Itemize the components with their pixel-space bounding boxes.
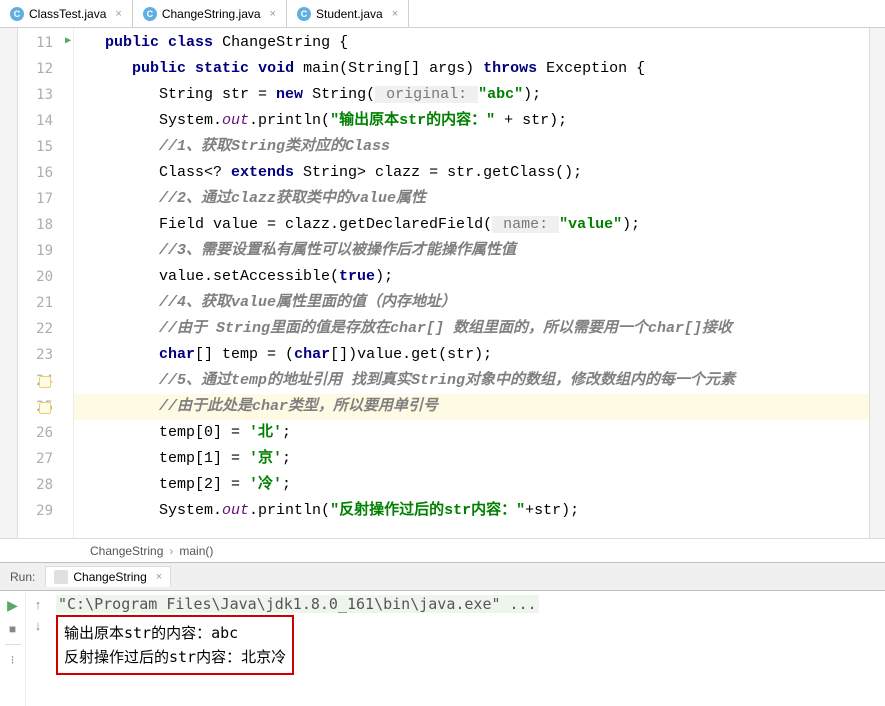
code-line[interactable]: //4、获取value属性里面的值（内存地址） [74,290,869,316]
close-icon[interactable]: × [111,8,121,20]
vertical-scrollbar[interactable] [869,28,885,538]
rerun-icon[interactable]: ▶ [7,597,18,614]
chevron-right-icon: › [169,544,173,558]
java-class-icon: C [10,7,24,21]
editor-tabs: C ClassTest.java × C ChangeString.java ×… [0,0,885,28]
java-class-icon: C [143,7,157,21]
console-output[interactable]: "C:\Program Files\Java\jdk1.8.0_161\bin\… [50,591,885,706]
console-nav: ↑ ↓ [26,591,50,706]
code-line[interactable]: System.out.println("输出原本str的内容：" + str); [74,108,869,134]
breadcrumb-bar: ChangeString › main() [0,538,885,562]
code-line[interactable]: //由于此处是char类型，所以要用单引号 [74,394,869,420]
tab-changestring[interactable]: C ChangeString.java × [133,0,287,27]
breadcrumb-class[interactable]: ChangeString [90,544,163,558]
tab-classtest[interactable]: C ClassTest.java × [0,0,133,27]
output-highlight-box: 输出原本str的内容：abc 反射操作过后的str内容：北京冷 [56,615,294,675]
code-line[interactable]: Field value = clazz.getDeclaredField( na… [74,212,869,238]
code-line[interactable]: System.out.println("反射操作过后的str内容："+str); [74,498,869,524]
up-arrow-icon[interactable]: ↑ [35,597,42,612]
editor-gutter[interactable]: 11▶ 12▶ 13 14 15 16 17 18 19 20 21 22 23… [18,28,74,538]
run-tab-label: ChangeString [73,570,146,584]
tool-window-stripe-left[interactable] [0,28,18,538]
run-tool-window-header: Run: ChangeString × [0,562,885,590]
code-line[interactable]: //1、获取String类对应的Class [74,134,869,160]
code-line[interactable]: temp[2] = '冷'; [74,472,869,498]
code-line[interactable]: //2、通过clazz获取类中的value属性 [74,186,869,212]
code-line[interactable]: public static void main(String[] args) t… [74,56,869,82]
run-console: ▶ ■ ⁝ ↑ ↓ "C:\Program Files\Java\jdk1.8.… [0,590,885,706]
more-icon[interactable]: ⁝ [11,653,15,667]
code-line[interactable]: value.setAccessible(true); [74,264,869,290]
down-arrow-icon[interactable]: ↓ [35,618,42,633]
breadcrumb-method[interactable]: main() [179,544,213,558]
code-line[interactable]: String str = new String( original: "abc"… [74,82,869,108]
code-line[interactable]: public class ChangeString { [74,30,869,56]
separator [5,644,21,645]
run-toolbar: ▶ ■ ⁝ [0,591,26,706]
editor-area: 11▶ 12▶ 13 14 15 16 17 18 19 20 21 22 23… [0,28,885,538]
code-line[interactable]: temp[1] = '京'; [74,446,869,472]
code-editor[interactable]: public class ChangeString { public stati… [74,28,869,538]
close-icon[interactable]: × [388,8,398,20]
code-line[interactable]: Class<? extends String> clazz = str.getC… [74,160,869,186]
run-tab[interactable]: ChangeString × [45,566,171,587]
run-config-icon [54,570,68,584]
java-class-icon: C [297,7,311,21]
code-line[interactable]: //5、通过temp的地址引用 找到真实String对象中的数组，修改数组内的每… [74,368,869,394]
code-line[interactable]: char[] temp = (char[])value.get(str); [74,342,869,368]
run-label: Run: [10,570,35,584]
console-line: 反射操作过后的str内容：北京冷 [64,645,286,669]
code-line[interactable]: //由于 String里面的值是存放在char[] 数组里面的，所以需要用一个c… [74,316,869,342]
tab-student[interactable]: C Student.java × [287,0,409,27]
console-line: 输出原本str的内容：abc [64,621,286,645]
tab-label: ChangeString.java [162,7,261,21]
code-line[interactable]: //3、需要设置私有属性可以被操作后才能操作属性值 [74,238,869,264]
close-icon[interactable]: × [152,571,162,583]
run-gutter-icon[interactable]: ▶ [65,28,71,54]
tab-label: ClassTest.java [29,7,106,21]
stop-icon[interactable]: ■ [9,622,16,636]
close-icon[interactable]: × [266,8,276,20]
console-command-line: "C:\Program Files\Java\jdk1.8.0_161\bin\… [56,595,539,613]
code-line[interactable]: temp[0] = '北'; [74,420,869,446]
tab-label: Student.java [316,7,383,21]
